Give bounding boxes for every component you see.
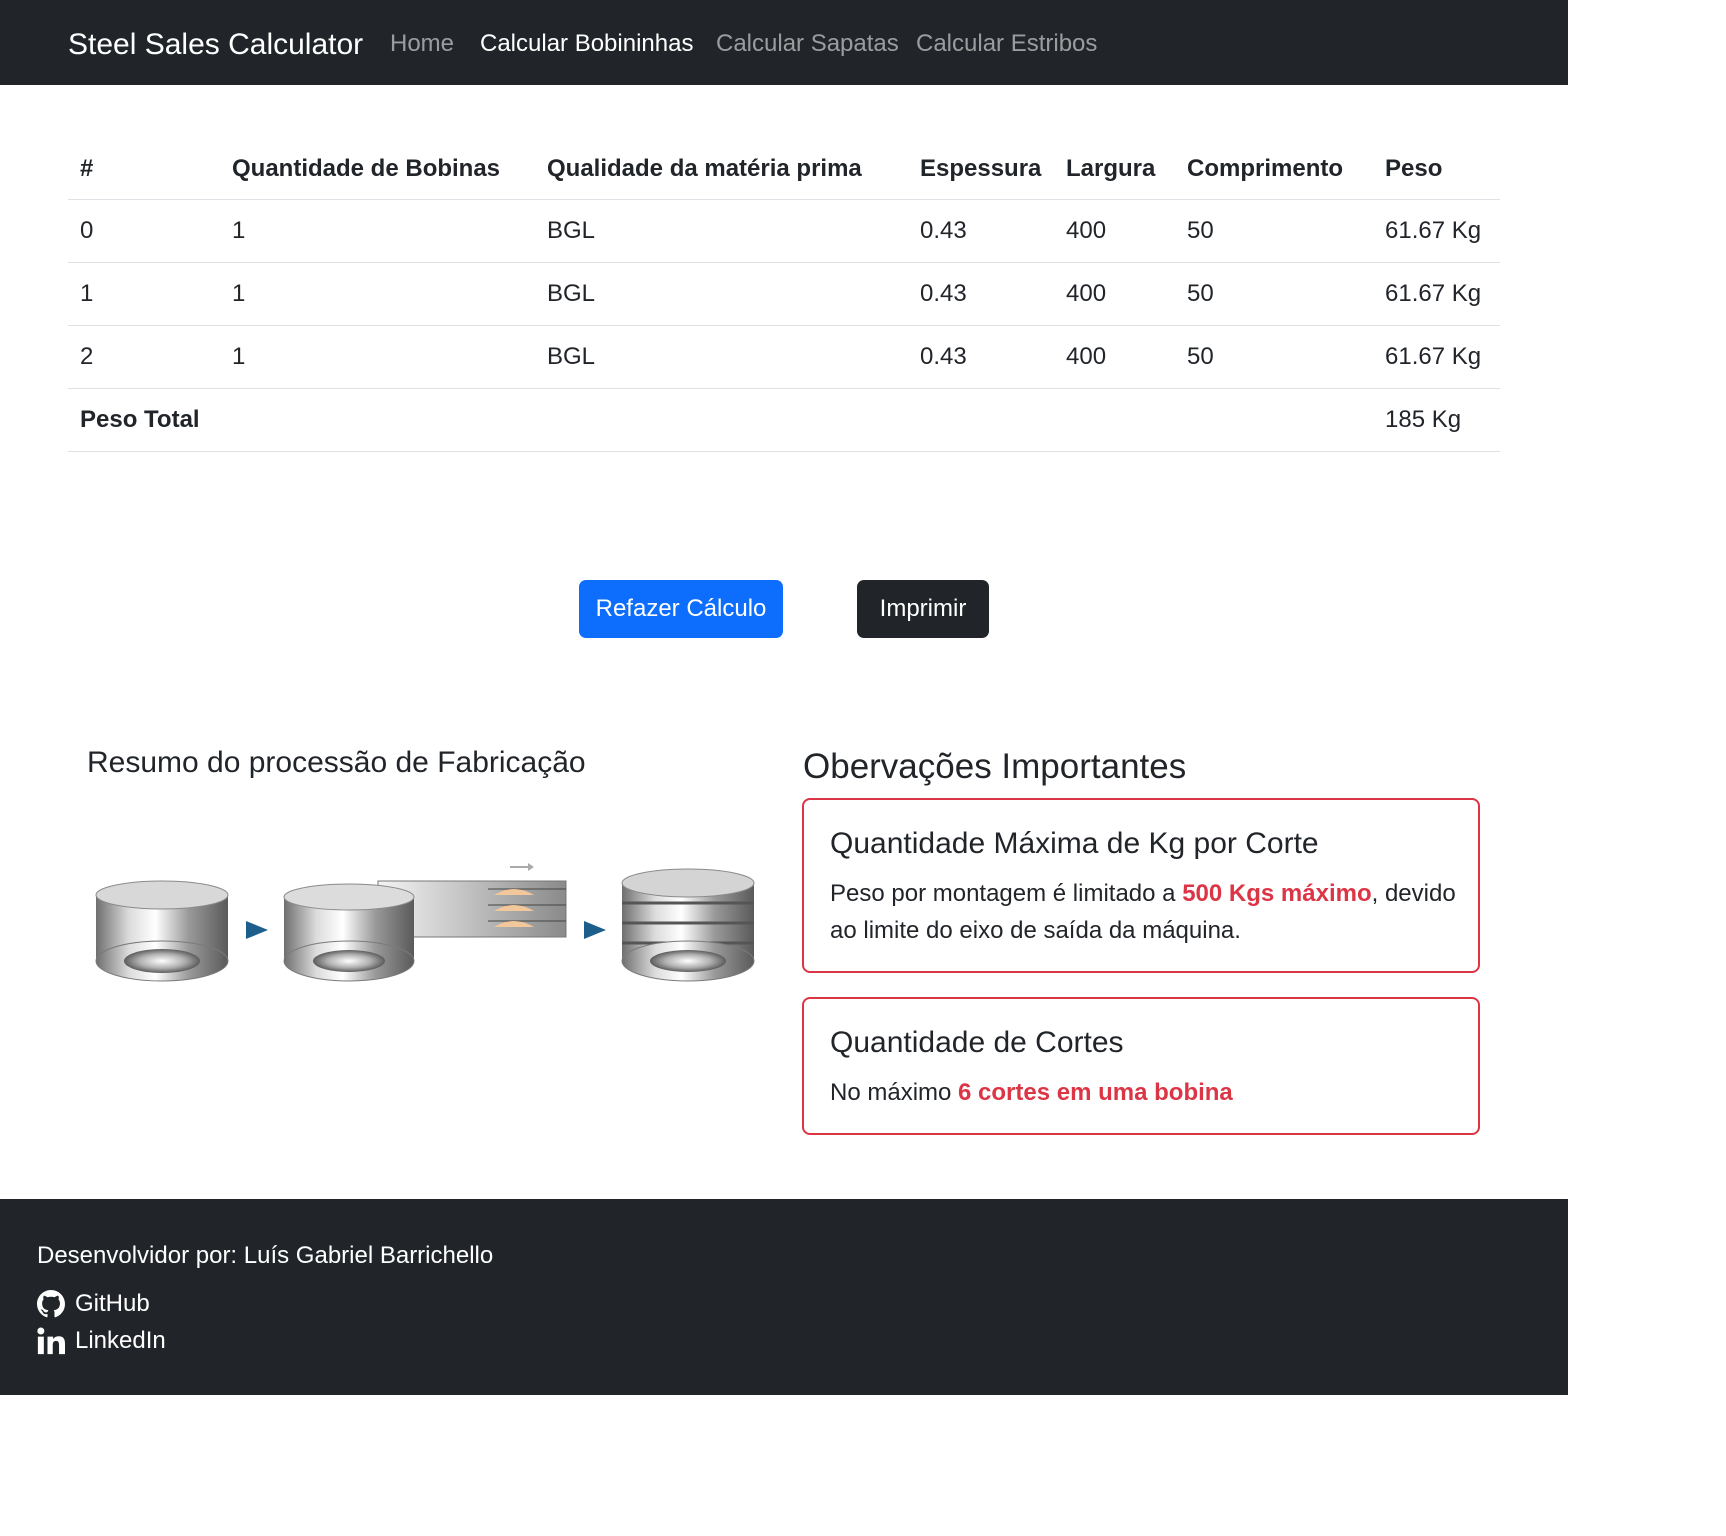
empty-cell [908, 388, 1054, 452]
cell-espessura: 0.43 [908, 325, 1054, 389]
cell-largura: 400 [1054, 262, 1175, 326]
cell-espessura: 0.43 [908, 199, 1054, 263]
empty-cell [535, 388, 908, 452]
cell-qualidade: BGL [535, 262, 908, 326]
cell-largura: 400 [1054, 199, 1175, 263]
redo-calculation-button[interactable]: Refazer Cálculo [579, 580, 783, 638]
nav-link-calcular-bobininhas[interactable]: Calcular Bobininhas [480, 28, 693, 60]
cell-quantidade: 1 [220, 325, 535, 389]
observation-card-cuts: Quantidade de Cortes No máximo 6 cortes … [802, 997, 1480, 1135]
cell-comprimento: 50 [1175, 325, 1373, 389]
header-comprimento: Comprimento [1175, 138, 1373, 200]
header-qualidade: Qualidade da matéria prima [535, 138, 908, 200]
observations-title: Obervações Importantes [803, 747, 1187, 786]
table-row: 2 1 BGL 0.43 400 50 61.67 Kg [68, 325, 1500, 389]
cell-peso: 61.67 Kg [1373, 199, 1500, 263]
card-title: Quantidade Máxima de Kg por Corte [830, 827, 1319, 860]
card-text-before: No máximo [830, 1079, 959, 1106]
cell-index: 1 [68, 262, 220, 326]
nav-link-calcular-estribos[interactable]: Calcular Estribos [916, 28, 1097, 60]
github-label: GitHub [75, 1290, 150, 1317]
total-value: 185 Kg [1373, 388, 1500, 452]
table-row: 1 1 BGL 0.43 400 50 61.67 Kg [68, 262, 1500, 326]
header-index: # [68, 138, 220, 200]
print-button[interactable]: Imprimir [857, 580, 989, 638]
process-title: Resumo do processão de Fabricação [87, 746, 586, 779]
cell-index: 0 [68, 199, 220, 263]
card-text: No máximo 6 cortes em uma bobina [830, 1074, 1460, 1111]
cell-index: 2 [68, 325, 220, 389]
navbar: Steel Sales Calculator Home Calcular Bob… [0, 0, 1568, 85]
nav-link-calcular-sapatas[interactable]: Calcular Sapatas [716, 28, 899, 60]
observation-card-max-kg: Quantidade Máxima de Kg por Corte Peso p… [802, 798, 1480, 973]
empty-cell [1054, 388, 1175, 452]
header-quantidade: Quantidade de Bobinas [220, 138, 535, 200]
table-header-row: # Quantidade de Bobinas Qualidade da mat… [68, 138, 1500, 200]
github-link[interactable]: GitHub [37, 1288, 150, 1320]
cell-qualidade: BGL [535, 325, 908, 389]
process-illustration [95, 863, 755, 982]
footer: Desenvolvidor por: Luís Gabriel Barriche… [0, 1199, 1568, 1395]
cell-qualidade: BGL [535, 199, 908, 263]
arrow-right-icon [246, 921, 268, 939]
header-largura: Largura [1054, 138, 1175, 200]
card-text-before: Peso por montagem é limitado a [830, 880, 1183, 907]
cell-quantidade: 1 [220, 199, 535, 263]
cell-quantidade: 1 [220, 262, 535, 326]
coil-icon [95, 880, 229, 982]
uncoiling-icon [283, 863, 567, 982]
total-label: Peso Total [68, 388, 220, 452]
linkedin-icon [37, 1327, 65, 1355]
arrow-right-icon [584, 921, 606, 939]
cell-largura: 400 [1054, 325, 1175, 389]
card-title: Quantidade de Cortes [830, 1026, 1124, 1059]
empty-cell [1175, 388, 1373, 452]
table-total-row: Peso Total 185 Kg [68, 388, 1500, 452]
navbar-brand[interactable]: Steel Sales Calculator [68, 25, 363, 65]
empty-cell [220, 388, 535, 452]
cell-peso: 61.67 Kg [1373, 325, 1500, 389]
header-espessura: Espessura [908, 138, 1054, 200]
card-emphasis: 500 Kgs máximo [1182, 880, 1372, 907]
results-table: # Quantidade de Bobinas Qualidade da mat… [68, 138, 1500, 452]
card-text: Peso por montagem é limitado a 500 Kgs m… [830, 875, 1460, 949]
header-peso: Peso [1373, 138, 1500, 200]
linkedin-link[interactable]: LinkedIn [37, 1325, 166, 1357]
slit-coils-icon [621, 868, 755, 982]
cell-espessura: 0.43 [908, 262, 1054, 326]
github-icon [37, 1290, 65, 1318]
cell-peso: 61.67 Kg [1373, 262, 1500, 326]
cell-comprimento: 50 [1175, 262, 1373, 326]
footer-credit: Desenvolvidor por: Luís Gabriel Barriche… [37, 1242, 494, 1269]
nav-link-home[interactable]: Home [390, 28, 454, 60]
linkedin-label: LinkedIn [75, 1327, 166, 1354]
card-emphasis: 6 cortes em uma bobina [958, 1079, 1233, 1106]
table-row: 0 1 BGL 0.43 400 50 61.67 Kg [68, 199, 1500, 263]
cell-comprimento: 50 [1175, 199, 1373, 263]
